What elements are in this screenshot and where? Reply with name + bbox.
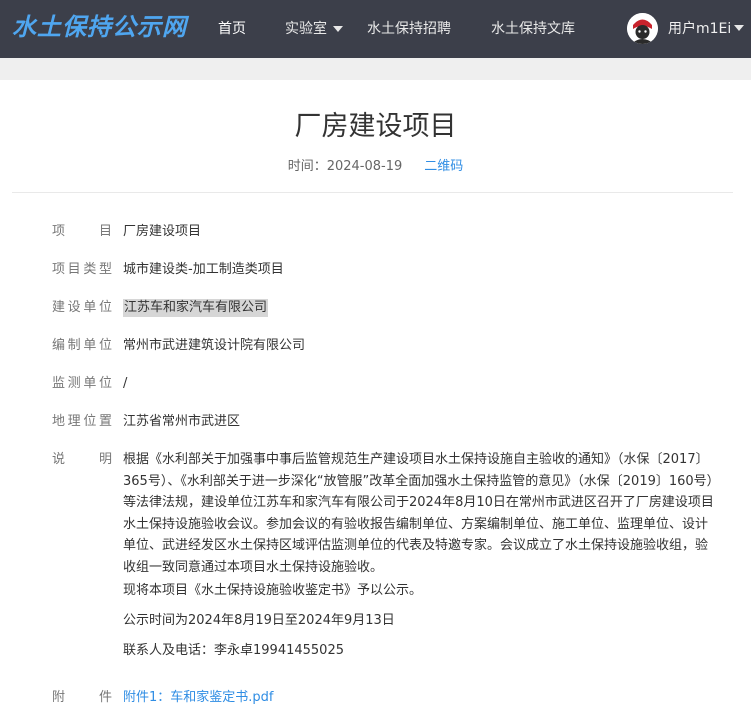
field-label-location: 地理位置 (52, 414, 112, 429)
field-value-type: 城市建设类-加工制造类项目 (123, 262, 284, 277)
description-notice: 现将本项目《水土保持设施验收鉴定书》予以公示。 (123, 583, 423, 598)
field-value-monitor: / (123, 376, 128, 391)
field-label-attachment: 附件 (52, 690, 112, 705)
avatar[interactable] (627, 13, 658, 44)
field-label-builder: 建设单位 (52, 300, 112, 315)
field-label-description: 说明 (52, 452, 112, 467)
qr-code-link[interactable]: 二维码 (424, 159, 463, 174)
field-value-builder: 江苏车和家汽车有限公司 (123, 299, 269, 317)
nav-recruit[interactable]: 水土保持招聘 (367, 0, 451, 58)
chevron-down-icon (333, 26, 343, 32)
nav-library[interactable]: 水土保持文库 (491, 0, 575, 58)
top-navbar: 水土保持公示网 首页 实验室 水土保持招聘 水土保持文库 用户m1Ei (0, 0, 751, 58)
description-period: 公示时间为2024年8月19日至2024年9月13日 (123, 613, 395, 628)
page-title: 厂房建设项目 (294, 111, 457, 142)
publish-date: 2024-08-19 (326, 159, 403, 174)
time-label: 时间： (287, 159, 327, 174)
description-paragraph: 根据《水利部关于加强事中事后监管规范生产建设项目水土保持设施自主验收的通知》（水… (123, 452, 714, 575)
site-logo[interactable]: 水土保持公示网 (12, 10, 187, 44)
field-label-monitor: 监测单位 (52, 376, 112, 391)
user-avatar-icon (627, 13, 658, 44)
divider (12, 192, 733, 193)
field-value-compiler: 常州市武进建筑设计院有限公司 (123, 338, 306, 353)
field-value-project: 厂房建设项目 (123, 224, 202, 239)
description-contact: 联系人及电话：李永卓19941455025 (123, 643, 344, 658)
nav-home[interactable]: 首页 (218, 0, 246, 58)
article-meta: 时间：2024-08-19 二维码 (0, 158, 751, 176)
nav-lab-label: 实验室 (285, 21, 327, 37)
field-label-type: 项目类型 (52, 262, 112, 277)
field-value-location: 江苏省常州市武进区 (123, 414, 241, 429)
field-label-compiler: 编制单位 (52, 338, 112, 353)
attachment-link[interactable]: 附件1：车和家鉴定书.pdf (123, 689, 273, 707)
chevron-down-icon[interactable] (734, 25, 744, 31)
nav-lab[interactable]: 实验室 (285, 0, 343, 58)
field-label-project: 项目 (52, 224, 112, 239)
user-name[interactable]: 用户m1Ei (668, 0, 731, 58)
